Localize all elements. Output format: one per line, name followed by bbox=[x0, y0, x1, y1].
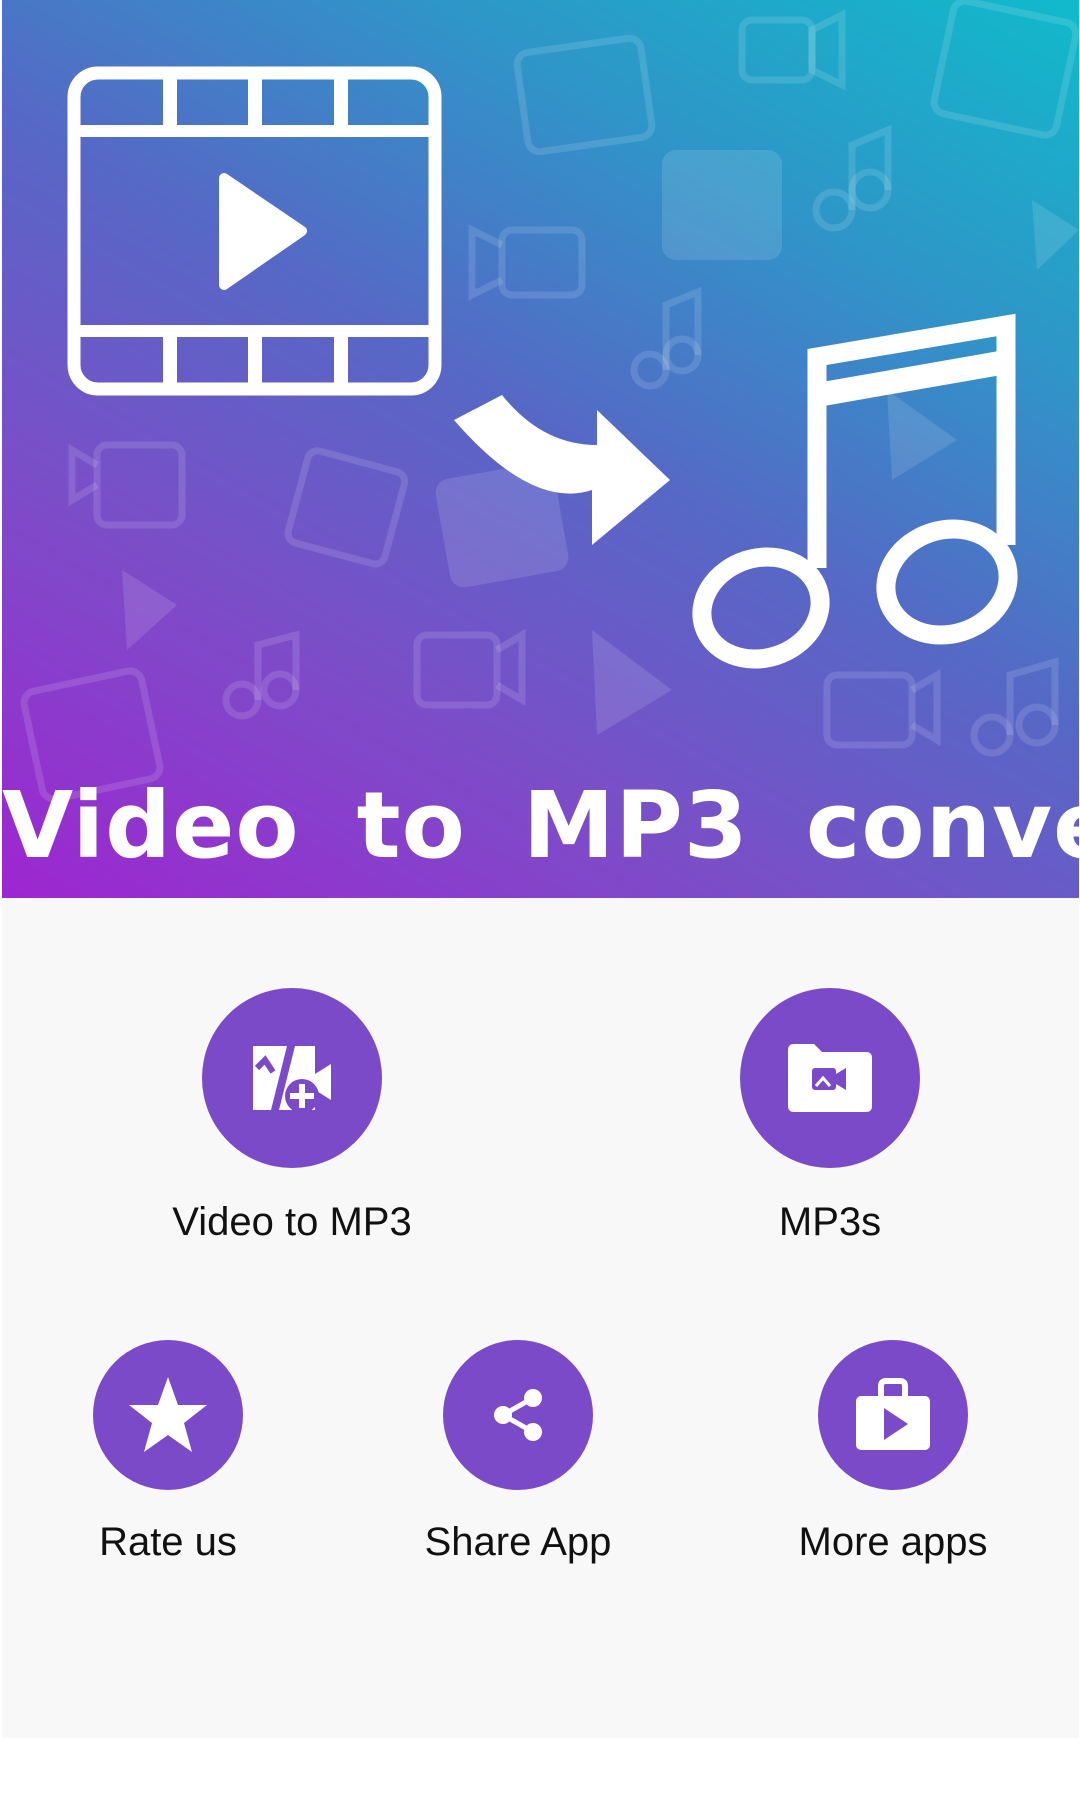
share-app-circle[interactable] bbox=[443, 1340, 593, 1490]
share-app-button[interactable]: Share App bbox=[368, 1340, 668, 1565]
play-store-icon bbox=[856, 1378, 930, 1450]
background-pattern bbox=[20, 0, 1079, 803]
video-to-mp3-label[interactable]: Video to MP3 bbox=[92, 1200, 492, 1245]
mp3s-label[interactable]: MP3s bbox=[630, 1200, 1030, 1245]
video-to-mp3-button[interactable]: Video to MP3 bbox=[92, 988, 492, 1245]
share-app-label[interactable]: Share App bbox=[368, 1520, 668, 1565]
rate-us-circle[interactable] bbox=[93, 1340, 243, 1490]
mp3s-button[interactable]: MP3s bbox=[630, 988, 1030, 1245]
more-apps-button[interactable]: More apps bbox=[743, 1340, 1043, 1565]
video-add-icon bbox=[253, 1046, 331, 1113]
main-menu: Video to MP3 MP3s Rate us Share App More… bbox=[2, 898, 1079, 1738]
more-apps-circle[interactable] bbox=[818, 1340, 968, 1490]
more-apps-label[interactable]: More apps bbox=[743, 1520, 1043, 1565]
banner-artwork bbox=[20, 0, 1079, 803]
media-folder-icon bbox=[788, 1044, 872, 1112]
video-to-mp3-circle[interactable] bbox=[202, 988, 382, 1168]
app-banner: Video to MP3 converter bbox=[2, 0, 1079, 898]
banner-title: Video to MP3 converter bbox=[2, 772, 1079, 879]
rate-us-label[interactable]: Rate us bbox=[18, 1520, 318, 1565]
music-note-icon bbox=[692, 313, 1018, 669]
star-icon bbox=[129, 1377, 207, 1452]
rate-us-button[interactable]: Rate us bbox=[18, 1340, 318, 1565]
film-strip-icon bbox=[67, 66, 442, 396]
mp3s-circle[interactable] bbox=[740, 988, 920, 1168]
share-icon bbox=[494, 1389, 542, 1441]
